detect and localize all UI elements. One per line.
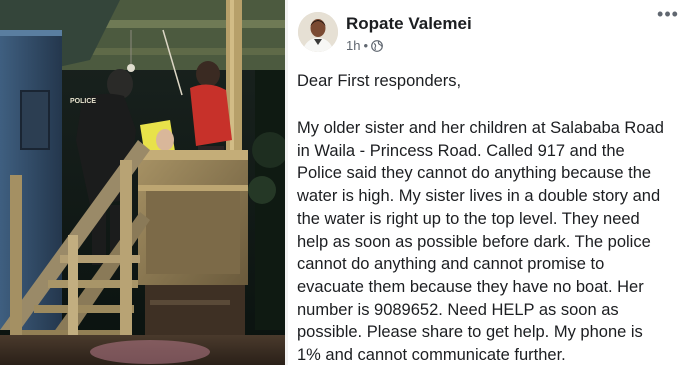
post-body-line: possible. Please share to get help. My p… (297, 323, 643, 342)
globe-icon[interactable] (371, 39, 383, 52)
post-body-line: Police said they cannot do anything beca… (297, 164, 652, 183)
post-body-line: in Waila - Princess Road. Called 917 and… (297, 141, 625, 160)
meta-separator: • (363, 38, 369, 53)
avatar-image (298, 12, 338, 52)
post-body-line: the water is right up to the top level. … (297, 209, 640, 228)
more-options-icon[interactable]: ••• (656, 5, 680, 23)
post-greeting: Dear First responders, (297, 72, 462, 90)
post-body-line: number is 9089652. Need HELP as soon as (297, 300, 619, 319)
post-body-line: My older sister and her children at Sala… (297, 119, 664, 137)
post-body-line: help as soon as possible before dark. Th… (297, 232, 651, 251)
post-body-line: evacuate them because they have no boat.… (297, 277, 644, 296)
post-card: Ropate Valemei 1h • ••• Dear First respo… (288, 0, 685, 365)
post-body: My older sister and her children at Sala… (297, 117, 683, 365)
post-meta: 1h • (346, 38, 383, 53)
screenshot: POLICE Ropate Valemei 1h • ••• Dear Firs… (0, 0, 685, 365)
author-name[interactable]: Ropate Valemei (346, 14, 472, 34)
post-body-line: 1% and cannot communicate further. (297, 346, 566, 365)
post-body-line: cannot do anything and cannot promise to (297, 255, 605, 274)
post-photo[interactable]: POLICE (0, 0, 285, 365)
vest-label: POLICE (70, 98, 96, 105)
post-body-line: water is high. My sister lives in a doub… (297, 187, 661, 206)
avatar[interactable] (298, 12, 338, 52)
post-time[interactable]: 1h (346, 38, 360, 53)
flood-rescue-photo: POLICE (0, 0, 285, 365)
